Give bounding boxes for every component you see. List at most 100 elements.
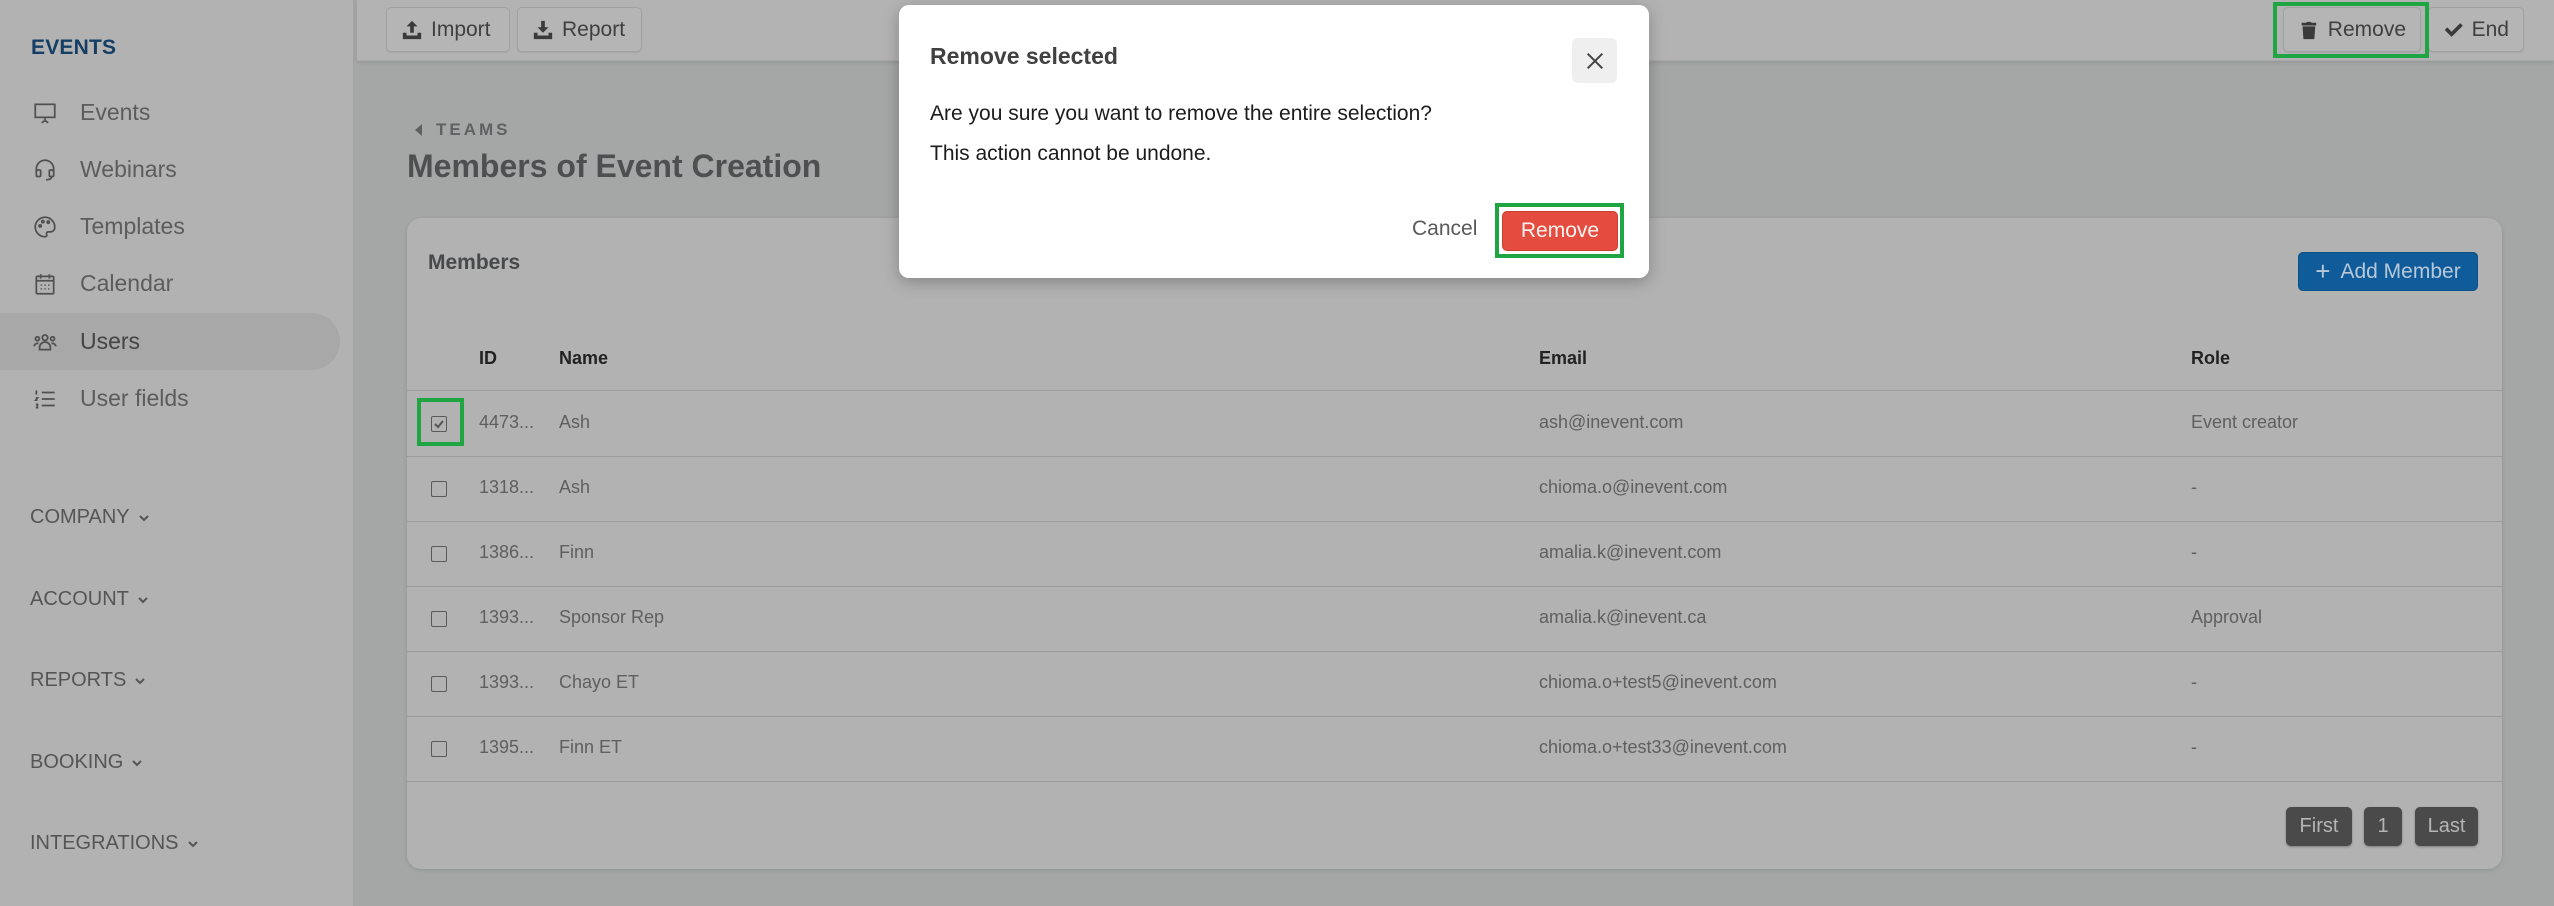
chevron-down-icon — [138, 596, 148, 603]
sidebar: EVENTS Events Webinars Templates Calenda… — [0, 0, 355, 906]
sidebar-section-events: EVENTS — [31, 36, 117, 59]
members-card: Members + Add Member ID Name Email Role … — [407, 218, 2502, 869]
row-checkbox-checked[interactable] — [431, 416, 447, 432]
remove-label: Remove — [2327, 17, 2406, 41]
page-title: Members of Event Creation — [407, 148, 822, 184]
chevron-down-icon — [135, 677, 146, 684]
breadcrumb-teams[interactable]: TEAMS — [436, 120, 511, 140]
sidebar-group-integrations[interactable]: INTEGRATIONS — [30, 832, 199, 855]
table-header: ID Name Email Role — [407, 328, 2502, 391]
sidebar-group-label: ACCOUNT — [30, 588, 129, 610]
presentation-board-icon — [30, 98, 60, 128]
cell-id: 1393... — [479, 607, 535, 627]
sidebar-item-label: Events — [80, 99, 151, 125]
cell-role: - — [2191, 672, 2197, 692]
download-icon — [533, 20, 553, 39]
row-checkbox[interactable] — [431, 481, 447, 497]
pagination-first-button[interactable]: First — [2286, 807, 2352, 846]
column-header-name[interactable]: Name — [559, 348, 608, 369]
calendar-icon — [30, 269, 60, 299]
cell-name: Ash — [559, 477, 591, 497]
sidebar-group-account[interactable]: ACCOUNT — [30, 588, 149, 611]
import-button[interactable]: Import — [386, 7, 510, 52]
column-header-id[interactable]: ID — [479, 348, 497, 369]
dialog-message: Are you sure you want to remove the enti… — [930, 102, 1432, 125]
cell-email: amalia.k@inevent.com — [1539, 542, 1722, 562]
sidebar-group-label: COMPANY — [30, 506, 130, 528]
upload-icon — [402, 20, 422, 39]
cell-role: Approval — [2191, 607, 2263, 627]
table-row[interactable]: 1386... Finn amalia.k@inevent.com - — [407, 522, 2502, 587]
dialog-cancel-button[interactable]: Cancel — [1412, 217, 1477, 241]
pagination-page-button[interactable]: 1 — [2364, 807, 2402, 846]
table-row[interactable]: 1393... Sponsor Rep amalia.k@inevent.ca App… — [407, 587, 2502, 652]
chevron-down-icon — [187, 840, 198, 847]
sidebar-item-label: Users — [80, 328, 141, 354]
column-header-role[interactable]: Role — [2191, 348, 2230, 369]
breadcrumb[interactable]: TEAMS — [415, 120, 511, 140]
headset-icon — [30, 155, 60, 185]
cell-id: 1395... — [479, 737, 535, 757]
cell-id: 1318... — [479, 477, 535, 497]
cell-name: Sponsor Rep — [559, 607, 665, 627]
cell-role: - — [2191, 477, 2197, 497]
cell-role: - — [2191, 737, 2197, 757]
cell-email: amalia.k@inevent.ca — [1539, 607, 1707, 627]
table-row[interactable]: 1395... Finn ET chioma.o+test33@inevent.co… — [407, 717, 2502, 782]
sidebar-group-label: INTEGRATIONS — [30, 832, 179, 854]
sidebar-group-label: REPORTS — [30, 669, 127, 691]
add-member-label: Add Member — [2340, 259, 2461, 283]
dialog-close-button[interactable] — [1572, 38, 1617, 83]
trash-icon — [2301, 21, 2317, 39]
dialog-title: Remove selected — [930, 43, 1118, 69]
sidebar-group-company[interactable]: COMPANY — [30, 506, 150, 529]
row-checkbox[interactable] — [431, 611, 447, 627]
dialog-warning: This action cannot be undone. — [930, 142, 1212, 165]
add-member-button[interactable]: + Add Member — [2298, 252, 2478, 291]
end-button[interactable]: End — [2428, 7, 2524, 52]
check-icon — [2444, 22, 2463, 37]
palette-icon — [30, 212, 60, 242]
cell-email: chioma.o@inevent.com — [1539, 477, 1728, 497]
checkmark-icon — [434, 420, 444, 429]
cell-name: Chayo ET — [559, 672, 640, 692]
chevron-down-icon — [132, 759, 143, 766]
row-checkbox[interactable] — [431, 546, 447, 562]
sidebar-item-templates[interactable]: Templates — [0, 198, 340, 255]
members-card-title: Members — [428, 251, 521, 274]
sidebar-item-label: Templates — [80, 213, 185, 239]
import-label: Import — [431, 17, 491, 41]
sidebar-item-users[interactable]: Users — [0, 313, 340, 370]
sidebar-item-events[interactable]: Events — [0, 84, 340, 141]
row-checkbox[interactable] — [431, 676, 447, 692]
plus-icon: + — [2315, 255, 2331, 286]
table-row[interactable]: 1318... Ash chioma.o@inevent.com - — [407, 457, 2502, 522]
numbered-list-icon — [30, 384, 60, 414]
cell-email: ash@inevent.com — [1539, 412, 1684, 432]
table-row[interactable]: 1393... Chayo ET chioma.o+test5@inevent.co… — [407, 652, 2502, 717]
cell-name: Ash — [559, 412, 591, 432]
pagination-last-button[interactable]: Last — [2415, 807, 2478, 846]
users-icon — [30, 327, 60, 357]
report-label: Report — [562, 17, 626, 41]
row-checkbox[interactable] — [431, 741, 447, 757]
table-row[interactable]: 4473... Ash ash@inevent.com Event creator — [407, 392, 2502, 457]
dialog-remove-button[interactable]: Remove — [1502, 211, 1618, 251]
remove-toolbar-button[interactable]: Remove — [2283, 7, 2421, 52]
sidebar-item-calendar[interactable]: Calendar — [0, 255, 340, 312]
sidebar-item-webinars[interactable]: Webinars — [0, 141, 340, 198]
sidebar-group-reports[interactable]: REPORTS — [30, 669, 146, 692]
column-header-email[interactable]: Email — [1539, 348, 1587, 369]
sidebar-group-label: BOOKING — [30, 751, 124, 773]
cell-role: - — [2191, 542, 2197, 562]
sidebar-item-user-fields[interactable]: User fields — [0, 370, 340, 427]
cell-name: Finn ET — [559, 737, 623, 757]
cell-email: chioma.o+test33@inevent.com — [1539, 737, 1787, 757]
cell-name: Finn — [559, 542, 595, 562]
sidebar-group-booking[interactable]: BOOKING — [30, 751, 143, 774]
close-icon — [1586, 52, 1603, 69]
caret-left-icon — [415, 124, 422, 136]
remove-selected-dialog: Remove selected Are you sure you want to… — [899, 5, 1649, 278]
report-button[interactable]: Report — [517, 7, 642, 52]
cell-id: 1393... — [479, 672, 535, 692]
